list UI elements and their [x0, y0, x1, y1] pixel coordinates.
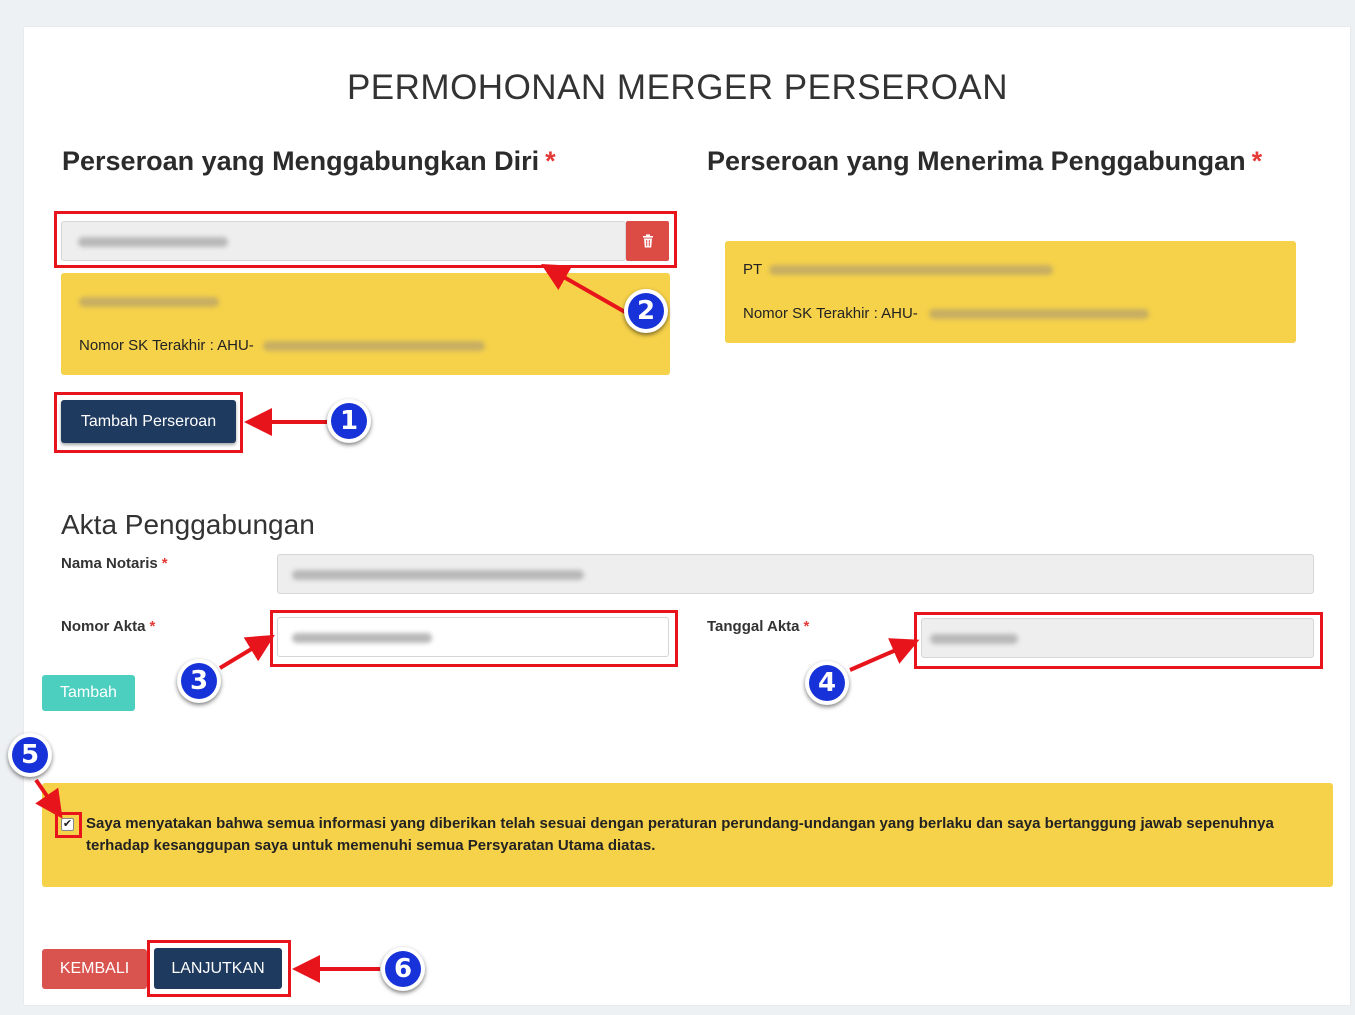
- sk-number-label: Nomor SK Terakhir : AHU-: [743, 305, 918, 322]
- redacted-sk-number: [929, 309, 1149, 319]
- left-section-title: Perseroan yang Menggabungkan Diri *: [62, 146, 556, 177]
- nama-notaris-field: [277, 554, 1314, 594]
- redacted-sk-number: [263, 341, 485, 351]
- required-marker: *: [161, 555, 168, 572]
- redacted-notaris-name: [292, 570, 584, 580]
- required-marker: *: [149, 618, 156, 635]
- required-marker: *: [803, 618, 810, 635]
- right-section-title: Perseroan yang Menerima Penggabungan *: [707, 146, 1262, 177]
- required-marker: *: [545, 146, 556, 176]
- step-badge-6: 6: [381, 947, 425, 991]
- tanggal-akta-label: Tanggal Akta *: [707, 618, 809, 635]
- step-number: 2: [628, 293, 664, 329]
- step-number: 5: [12, 737, 48, 773]
- highlight-box-5: [55, 812, 82, 838]
- highlight-box-4: [914, 612, 1323, 669]
- step-number: 4: [809, 665, 845, 701]
- step-badge-5: 5: [8, 733, 52, 777]
- step-badge-4: 4: [805, 661, 849, 705]
- redacted-company-name: [79, 297, 219, 307]
- right-section-title-text: Perseroan yang Menerima Penggabungan: [707, 146, 1246, 176]
- merging-company-card: Nomor SK Terakhir : AHU-: [61, 273, 670, 375]
- highlight-box-2: [54, 211, 677, 268]
- nomor-akta-label-text: Nomor Akta: [61, 618, 146, 635]
- receiving-company-card: PT Nomor SK Terakhir : AHU-: [725, 241, 1296, 343]
- highlight-box-6: [147, 940, 291, 997]
- step-number: 6: [385, 951, 421, 987]
- nama-notaris-label: Nama Notaris *: [61, 555, 168, 572]
- akta-section-title: Akta Penggabungan: [61, 509, 315, 540]
- nama-notaris-label-text: Nama Notaris: [61, 555, 158, 572]
- disclaimer-text: Saya menyatakan bahwa semua informasi ya…: [86, 815, 1274, 854]
- page-title: PERMOHONAN MERGER PERSEROAN: [346, 68, 1009, 107]
- required-marker: *: [1251, 146, 1263, 176]
- highlight-box-1: [54, 392, 243, 453]
- step-badge-1: 1: [327, 399, 371, 443]
- left-section-title-text: Perseroan yang Menggabungkan Diri: [62, 146, 540, 176]
- tanggal-akta-label-text: Tanggal Akta: [707, 618, 800, 635]
- step-number: 3: [181, 663, 217, 699]
- step-number: 1: [331, 403, 367, 439]
- back-button[interactable]: KEMBALI: [42, 949, 147, 989]
- add-akta-button[interactable]: Tambah: [42, 675, 135, 711]
- step-badge-2: 2: [624, 289, 668, 333]
- company-prefix: PT: [743, 261, 763, 278]
- highlight-box-3: [270, 610, 678, 667]
- sk-number-label: Nomor SK Terakhir : AHU-: [79, 337, 254, 354]
- redacted-company-name: [769, 265, 1053, 275]
- nomor-akta-label: Nomor Akta *: [61, 618, 155, 635]
- step-badge-3: 3: [177, 659, 221, 703]
